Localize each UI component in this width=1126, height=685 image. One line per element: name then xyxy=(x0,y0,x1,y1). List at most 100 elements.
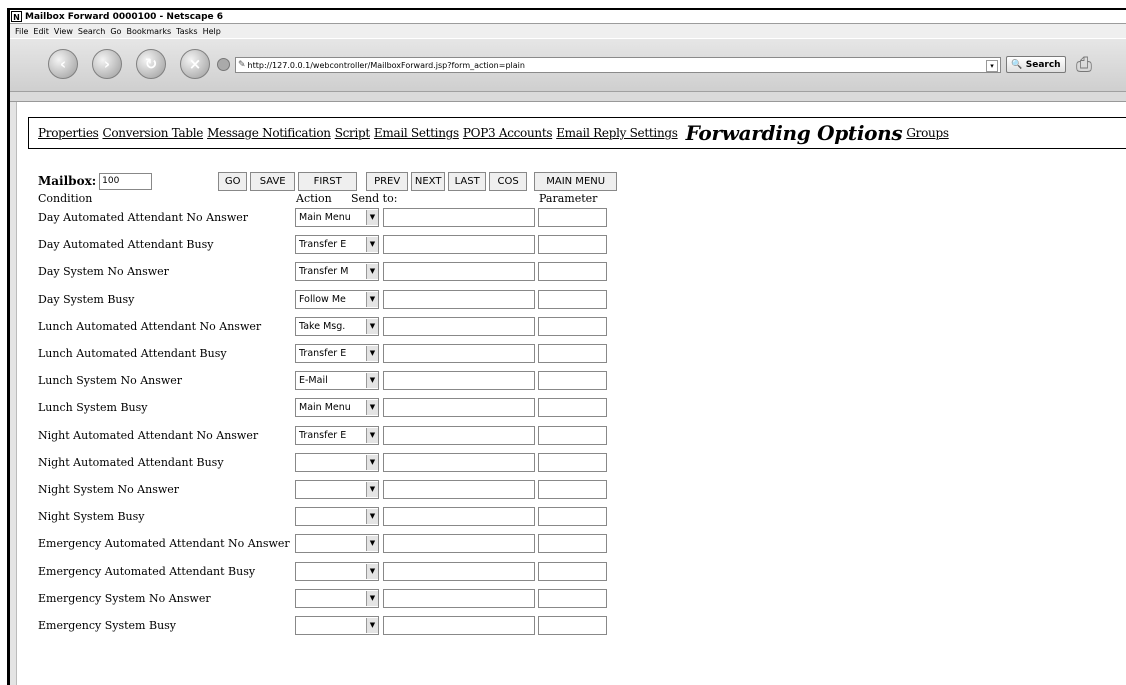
parameter-input[interactable] xyxy=(538,425,607,445)
parameter-input[interactable] xyxy=(538,452,607,472)
action-select[interactable]: ▼ xyxy=(295,507,379,527)
parameter-input[interactable] xyxy=(538,616,607,635)
nav-link-email-settings[interactable]: Email Settings xyxy=(374,126,459,140)
action-select[interactable]: Transfer E ▼ xyxy=(295,235,379,255)
send-to-input[interactable] xyxy=(383,480,535,499)
window-title: Mailbox Forward 0000100 - Netscape 6 xyxy=(25,11,224,22)
send-to-input[interactable] xyxy=(383,534,535,554)
action-select[interactable]: ▼ xyxy=(295,534,379,554)
next-button[interactable]: NEXT xyxy=(411,171,446,191)
first-button[interactable]: FIRST xyxy=(298,171,358,191)
send-to-input[interactable] xyxy=(383,425,535,445)
parameter-input[interactable] xyxy=(538,289,607,309)
parameter-input[interactable] xyxy=(538,507,607,527)
action-value: Take Msg. xyxy=(299,320,346,332)
send-to-input[interactable] xyxy=(383,616,535,635)
condition-label: Emergency System No Answer xyxy=(38,591,211,605)
action-select[interactable]: Follow Me ▼ xyxy=(295,289,379,309)
forward-icon[interactable]: › xyxy=(92,49,122,79)
main-menu-button[interactable]: MAIN MENU xyxy=(534,171,618,191)
parameter-input[interactable] xyxy=(538,561,607,581)
chevron-down-icon: ▼ xyxy=(366,563,378,579)
send-to-input[interactable] xyxy=(383,588,535,608)
print-icon[interactable]: ⎙ xyxy=(1076,51,1106,77)
action-value: Transfer E xyxy=(299,429,347,441)
cos-button[interactable]: COS xyxy=(489,171,528,191)
menu-item-help[interactable]: Help xyxy=(203,27,221,36)
nav-link-groups[interactable]: Groups xyxy=(906,126,949,140)
menu-item-search[interactable]: Search xyxy=(78,27,105,36)
parameter-input[interactable] xyxy=(538,262,607,282)
action-select[interactable]: Transfer M ▼ xyxy=(295,262,379,282)
last-button[interactable]: LAST xyxy=(448,171,487,191)
send-to-input[interactable] xyxy=(383,507,535,527)
action-select[interactable]: Main Menu ▼ xyxy=(295,398,379,418)
condition-label: Night Automated Attendant Busy xyxy=(38,455,224,469)
parameter-input[interactable] xyxy=(538,534,607,554)
save-button[interactable]: SAVE xyxy=(250,171,296,191)
send-to-input[interactable] xyxy=(383,452,535,472)
parameter-input[interactable] xyxy=(538,344,607,363)
nav-link-properties[interactable]: Properties xyxy=(38,126,99,140)
action-select[interactable]: ▼ xyxy=(295,588,379,608)
prev-button[interactable]: PREV xyxy=(366,171,409,191)
nav-link-email-reply-settings[interactable]: Email Reply Settings xyxy=(556,126,678,140)
chevron-down-icon: ▼ xyxy=(366,264,378,280)
action-select[interactable]: Take Msg. ▼ xyxy=(295,316,379,336)
navigation-toolbar: ‹ › ↻ × ✎ http://127.0.0.1/webcontroller… xyxy=(10,39,1126,92)
action-select[interactable]: Transfer E ▼ xyxy=(295,344,379,363)
send-to-input[interactable] xyxy=(383,398,535,418)
browser-window: N Mailbox Forward 0000100 - Netscape 6 F… xyxy=(7,8,1126,685)
send-to-input[interactable] xyxy=(383,289,535,309)
sidebar-grippy[interactable] xyxy=(10,102,17,685)
parameter-input[interactable] xyxy=(538,371,607,391)
send-to-input[interactable] xyxy=(383,235,535,255)
send-to-input[interactable] xyxy=(383,344,535,363)
menu-item-tasks[interactable]: Tasks xyxy=(176,27,197,36)
mailbox-input[interactable] xyxy=(99,172,153,190)
parameter-input[interactable] xyxy=(538,235,607,255)
send-to-input[interactable] xyxy=(383,371,535,391)
page-icon: ✎ xyxy=(238,60,246,70)
action-select[interactable]: ▼ xyxy=(295,480,379,499)
nav-link-message-notification[interactable]: Message Notification xyxy=(207,126,331,140)
condition-label: Day Automated Attendant Busy xyxy=(38,238,214,252)
title-bar: N Mailbox Forward 0000100 - Netscape 6 xyxy=(10,10,1126,24)
menu-item-view[interactable]: View xyxy=(54,27,73,36)
menu-item-file[interactable]: File xyxy=(15,27,28,36)
nav-link-pop3-accounts[interactable]: POP3 Accounts xyxy=(463,126,553,140)
menu-item-go[interactable]: Go xyxy=(110,27,121,36)
action-select[interactable]: Transfer E ▼ xyxy=(295,425,379,445)
menu-item-edit[interactable]: Edit xyxy=(33,27,49,36)
parameter-input[interactable] xyxy=(538,398,607,418)
action-select[interactable]: ▼ xyxy=(295,616,379,635)
action-select[interactable]: E-Mail ▼ xyxy=(295,371,379,391)
action-select[interactable]: Main Menu ▼ xyxy=(295,208,379,227)
menu-bar: File Edit View Search Go Bookmarks Tasks Help xyxy=(10,24,1126,38)
back-icon[interactable]: ‹ xyxy=(48,49,78,79)
send-to-input[interactable] xyxy=(383,262,535,282)
chevron-down-icon[interactable]: ▾ xyxy=(986,60,998,72)
action-select[interactable]: ▼ xyxy=(295,561,379,581)
nav-link-script[interactable]: Script xyxy=(335,126,371,140)
nav-link-conversion-table[interactable]: Conversion Table xyxy=(102,126,203,140)
go-icon[interactable] xyxy=(217,58,230,71)
send-to-input[interactable] xyxy=(383,561,535,581)
action-value: Transfer M xyxy=(299,266,349,278)
chevron-down-icon: ▼ xyxy=(366,454,378,470)
nav-link-forwarding-options: Forwarding Options xyxy=(685,121,903,145)
parameter-input[interactable] xyxy=(538,208,607,227)
address-bar[interactable]: ✎ http://127.0.0.1/webcontroller/Mailbox… xyxy=(235,57,1001,73)
send-to-input[interactable] xyxy=(383,208,535,227)
parameter-input[interactable] xyxy=(538,316,607,336)
go-button[interactable]: GO xyxy=(218,171,248,191)
action-value: Follow Me xyxy=(299,293,346,305)
parameter-input[interactable] xyxy=(538,588,607,608)
search-button[interactable]: 🔍 Search xyxy=(1006,56,1066,73)
reload-icon[interactable]: ↻ xyxy=(136,49,166,79)
send-to-input[interactable] xyxy=(383,316,535,336)
menu-item-bookmarks[interactable]: Bookmarks xyxy=(126,27,171,36)
stop-icon[interactable]: × xyxy=(180,49,210,79)
parameter-input[interactable] xyxy=(538,480,607,499)
action-select[interactable]: ▼ xyxy=(295,452,379,472)
